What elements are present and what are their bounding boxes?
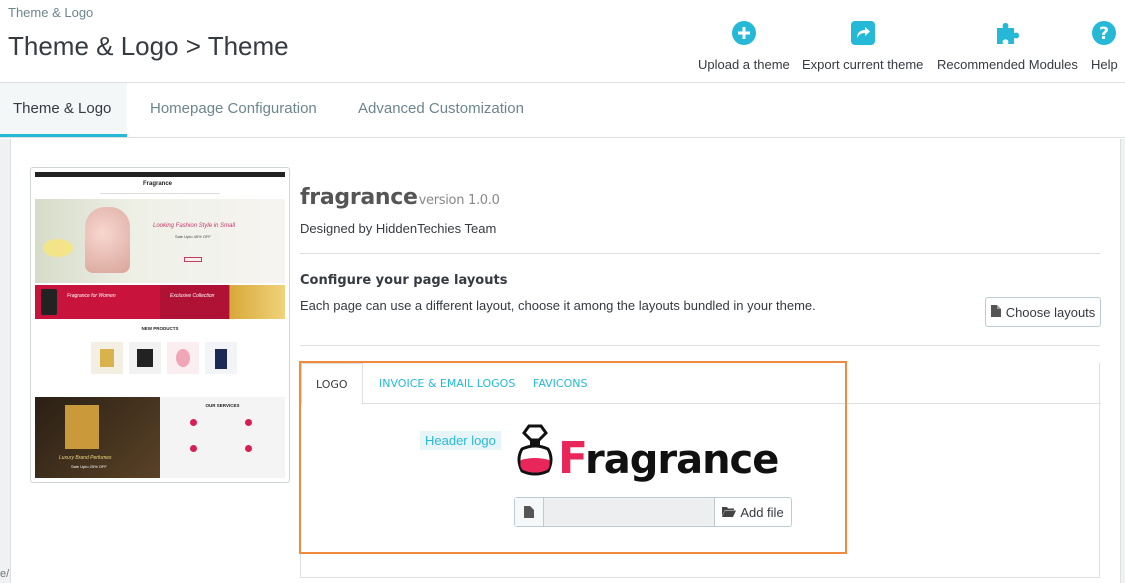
preview-brand: Fragrance — [143, 181, 173, 187]
recommended-modules-button[interactable]: Recommended Modules — [937, 20, 1078, 72]
export-theme-label: Export current theme — [802, 57, 924, 72]
perfume-bottle-icon — [517, 424, 553, 476]
svg-text:?: ? — [1099, 24, 1109, 44]
theme-name-text: fragrance — [300, 185, 418, 210]
help-label: Help — [1091, 57, 1118, 72]
preview-nav — [100, 193, 220, 194]
preview-hero: Looking Fashion Style in Small Sale Upto… — [35, 199, 285, 283]
divider — [300, 253, 1100, 254]
theme-preview-thumbnail: Fragrance Looking Fashion Style in Small… — [30, 167, 290, 483]
export-theme-button[interactable]: Export current theme — [802, 20, 923, 72]
preview-new-products: NEW PRODUCTS — [141, 326, 179, 331]
page-title: Theme & Logo > Theme — [8, 31, 289, 61]
preview-perfume-bottle — [85, 207, 130, 273]
preview-banner-1-text: Fragrance for Women — [67, 293, 116, 299]
content-area: Fragrance Looking Fashion Style in Small… — [0, 139, 1125, 583]
header-logo-image: F ragrance — [511, 423, 781, 488]
preview-service-dot-1 — [190, 419, 197, 426]
preview-service-dot-2 — [245, 419, 252, 426]
tab-advanced-customization[interactable]: Advanced Customization — [358, 83, 524, 137]
tab-homepage-configuration[interactable]: Homepage Configuration — [150, 83, 317, 137]
puzzle-icon — [994, 20, 1020, 46]
choose-layouts-button[interactable]: Choose layouts — [985, 297, 1101, 327]
theme-name: fragranceversion 1.0.0 — [300, 185, 500, 210]
preview-lower-bottle — [65, 405, 99, 449]
preview-flower — [43, 239, 73, 257]
tab-favicons[interactable]: FAVICONS — [533, 363, 587, 404]
preview-banner-1-bottle — [41, 289, 57, 315]
file-icon — [990, 304, 1001, 320]
page-header: Theme & Logo Theme & Logo > Theme Upload… — [0, 0, 1125, 83]
folder-open-icon — [722, 505, 737, 520]
preview-hero-text: Looking Fashion Style in Small — [153, 223, 236, 229]
upload-theme-label: Upload a theme — [698, 57, 790, 72]
preview-banner-2: Exclusive Collection — [160, 285, 285, 319]
preview-banner-1: Fragrance for Women — [35, 285, 160, 319]
help-icon: ? — [1091, 20, 1117, 46]
logo-first-letter: F — [558, 433, 588, 483]
preview-lower-banner: Luxury Brand Perfumes Sale Upto 25% OFF — [35, 397, 160, 478]
preview-topbar — [35, 172, 285, 177]
logo-file-input[interactable]: Add file — [514, 497, 792, 527]
theme-panel: Fragrance Looking Fashion Style in Small… — [10, 139, 1121, 583]
upload-theme-button[interactable]: Upload a theme — [698, 20, 790, 72]
file-icon — [515, 498, 544, 526]
preview-banner-2-text: Exclusive Collection — [170, 293, 215, 299]
logo-rest-text: ragrance — [585, 437, 778, 483]
tab-invoice-email-logos[interactable]: INVOICE & EMAIL LOGOS — [379, 363, 515, 404]
preview-services: OUR SERVICES — [160, 397, 285, 478]
add-file-button[interactable]: Add file — [714, 498, 791, 526]
preview-service-dot-3 — [190, 445, 197, 452]
plus-circle-icon — [731, 20, 757, 46]
theme-version: version 1.0.0 — [418, 193, 500, 208]
preview-product-1 — [91, 342, 123, 374]
logo-tabs: LOGO INVOICE & EMAIL LOGOS FAVICONS — [301, 363, 1101, 405]
preview-product-3 — [167, 342, 199, 374]
help-button[interactable]: ? Help — [1091, 20, 1118, 72]
theme-author: Designed by HiddenTechies Team — [300, 221, 497, 236]
preview-services-title: OUR SERVICES — [205, 403, 240, 408]
preview-hero-sub: Sale Upto 45% OFF — [175, 234, 211, 239]
preview-lower-sub: Sale Upto 25% OFF — [71, 464, 107, 469]
share-icon — [850, 20, 876, 46]
tab-logo[interactable]: LOGO — [301, 363, 363, 405]
preview-service-dot-4 — [245, 445, 252, 452]
breadcrumb[interactable]: Theme & Logo — [8, 5, 93, 20]
main-tabs: Theme & Logo Homepage Configuration Adva… — [0, 83, 1125, 138]
edge-text: e/ — [0, 568, 10, 580]
divider — [300, 345, 1100, 346]
preview-shop-button — [184, 257, 202, 262]
logo-section: LOGO INVOICE & EMAIL LOGOS FAVICONS Head… — [300, 363, 1101, 578]
layouts-description: Each page can use a different layout, ch… — [300, 298, 816, 313]
preview-lower-text: Luxury Brand Perfumes — [59, 455, 112, 461]
layouts-title: Configure your page layouts — [300, 273, 508, 288]
add-file-label: Add file — [740, 504, 784, 520]
preview-product-2 — [129, 342, 161, 374]
choose-layouts-label: Choose layouts — [1005, 304, 1096, 320]
file-name-field[interactable] — [544, 498, 714, 526]
header-logo-label: Header logo — [420, 431, 501, 450]
recommended-modules-label: Recommended Modules — [937, 57, 1078, 72]
tab-theme-logo[interactable]: Theme & Logo — [0, 83, 127, 137]
preview-product-4 — [205, 342, 237, 374]
